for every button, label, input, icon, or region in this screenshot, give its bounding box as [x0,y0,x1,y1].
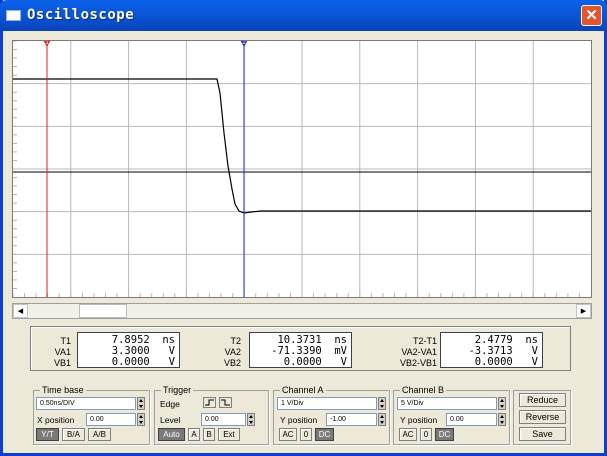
trigger-level-spinner[interactable] [247,413,255,426]
timebase-group: Time base 0.50ns/DIV X position 0.00 Y/T… [33,385,150,445]
channel-b-scale-spinner[interactable] [498,397,506,410]
channel-a-dc-button[interactable]: DC [315,428,334,441]
channel-a-ac-button[interactable]: AC [279,428,297,441]
readout-box-delta: 2.4779 ns -3.3713 V 0.0000 V [440,332,543,368]
yt-mode-button[interactable]: Y/T [36,428,59,441]
trigger-ext-button[interactable]: Ext [218,428,240,441]
xposition-spinner[interactable] [137,413,145,426]
channel-b-ypos-field[interactable]: 0.00 [446,413,497,426]
edge-label: Edge [160,399,180,409]
channel-b-group: Channel B 5 V/Div Y position 0.00 AC 0 D… [393,385,510,445]
readout-label: T2 [230,336,241,346]
xposition-label: X position [37,415,75,425]
timebase-scale-field[interactable]: 0.50ns/DIV [36,397,136,410]
xposition-field[interactable]: 0.00 [86,413,136,426]
cursor-readout-panel: T1 VA1 VB1 7.8952 ns 3.3000 V 0.0000 V T… [30,326,571,371]
channel-a-zero-button[interactable]: 0 [300,428,312,441]
channel-b-zero-button[interactable]: 0 [420,428,432,441]
readout-value: 0.0000 V [283,356,347,368]
group-title: Trigger [161,385,194,395]
readout-label: VB2 [223,358,241,368]
channel-b-scale-field[interactable]: 5 V/Div [397,397,497,410]
channel-a-scale-field[interactable]: 1 V/Div [277,397,377,410]
readout-label: VB1 [53,358,71,368]
group-title: Channel A [280,385,326,395]
channel-b-dc-button[interactable]: DC [435,428,454,441]
reduce-button[interactable]: Reduce [519,393,566,407]
trigger-a-button[interactable]: A [188,428,200,441]
channel-a-ypos-spinner[interactable] [378,413,386,426]
level-label: Level [160,415,181,425]
window-title: Oscilloscope [27,7,135,23]
window-icon [6,10,21,21]
readout-label: T1 [60,336,71,346]
readout-label: VB2-VB1 [399,358,437,368]
channel-a-scale-spinner[interactable] [378,397,386,410]
readout-value: 0.0000 V [111,356,175,368]
scroll-right-arrow-icon[interactable]: ▶ [576,304,591,318]
scope-grid: 1 2 [13,41,591,297]
close-button[interactable]: ✕ [581,5,602,26]
trigger-auto-button[interactable]: Auto [158,428,185,441]
channel-b-ypos-spinner[interactable] [498,413,506,426]
group-title: Time base [40,385,86,395]
group-title: Channel B [400,385,447,395]
readout-label: VA2 [224,347,241,357]
trigger-group: Trigger Edge Level 0.00 Auto A B Ext [154,385,269,445]
falling-edge-icon[interactable] [219,397,232,408]
channel-b-ypos-label: Y position [400,415,438,425]
ab-mode-button[interactable]: A/B [88,428,111,441]
scope-display: 1 2 [12,40,592,298]
rising-edge-icon[interactable] [203,397,216,408]
scroll-thumb[interactable] [79,304,127,318]
ba-mode-button[interactable]: B/A [62,428,85,441]
channel-a-group: Channel A 1 V/Div Y position -1.00 AC 0 … [273,385,390,445]
readout-box-t2: 10.3731 ns -71.3390 mV 0.0000 V [249,332,352,368]
readout-value: 0.0000 V [474,356,538,368]
reverse-button[interactable]: Reverse [519,410,566,424]
title-bar: Oscilloscope ✕ [0,0,607,31]
actions-group: Reduce Reverse Save [513,390,571,445]
readout-label: T2-T1 [412,336,437,346]
trigger-level-field[interactable]: 0.00 [201,413,246,426]
channel-a-ypos-label: Y position [280,415,318,425]
trigger-b-button[interactable]: B [203,428,215,441]
timebase-spinner[interactable] [137,397,145,410]
time-scrollbar[interactable]: ◀ ▶ [12,303,592,319]
readout-label: VA1 [54,347,71,357]
readout-label: VA2-VA1 [401,347,437,357]
save-button[interactable]: Save [519,427,566,441]
scroll-left-arrow-icon[interactable]: ◀ [13,304,28,318]
channel-a-ypos-field[interactable]: -1.00 [326,413,377,426]
channel-b-ac-button[interactable]: AC [399,428,417,441]
readout-box-t1: 7.8952 ns 3.3000 V 0.0000 V [77,332,180,368]
